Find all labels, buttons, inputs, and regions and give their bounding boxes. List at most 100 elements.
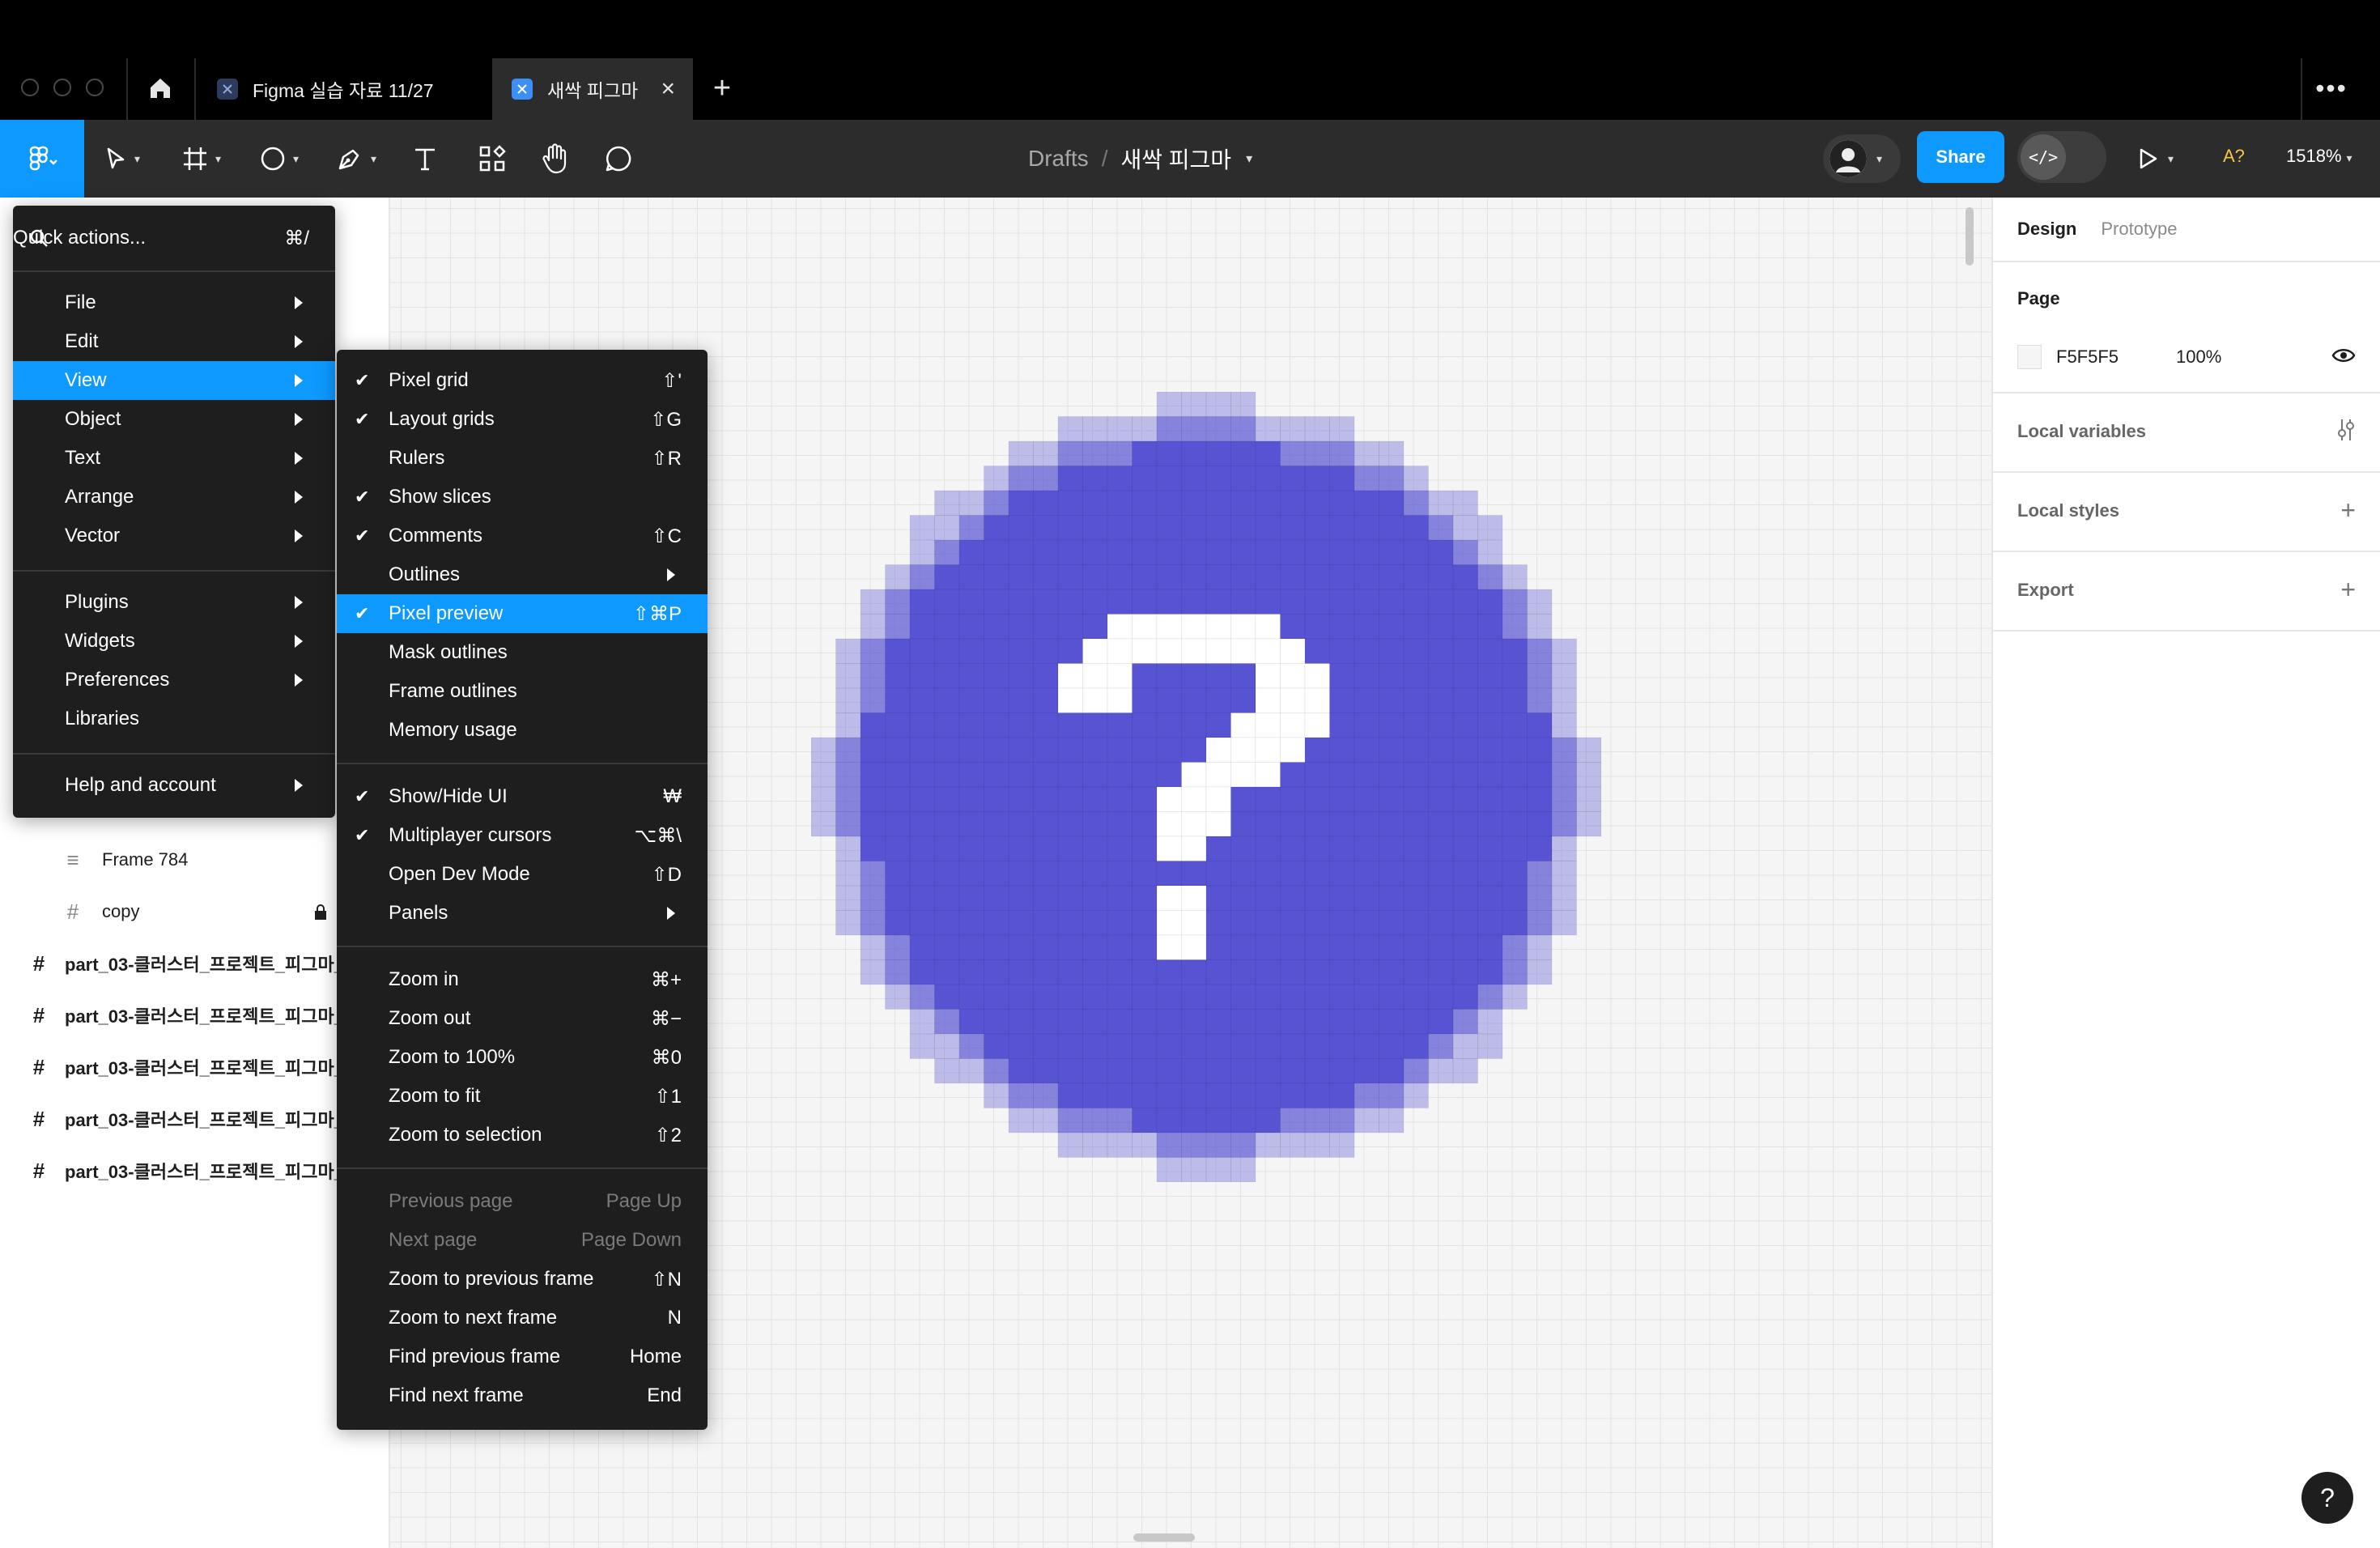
help-button[interactable]: ? xyxy=(2301,1472,2353,1524)
menu-item-label: Comments xyxy=(389,525,483,546)
menu-item-zoom-to-100[interactable]: Zoom to 100% ⌘0 xyxy=(337,1038,708,1077)
menu-item-show-hide-ui[interactable]: ✔ Show/Hide UI ₩ xyxy=(337,777,708,816)
plus-icon[interactable]: + xyxy=(2340,497,2356,523)
tab-design[interactable]: Design xyxy=(2017,219,2076,240)
pixel xyxy=(1180,1107,1207,1133)
horizontal-scrollbar[interactable] xyxy=(1133,1533,1195,1542)
menu-item-panels[interactable]: Panels xyxy=(337,894,708,933)
menu-item-zoom-in[interactable]: Zoom in ⌘+ xyxy=(337,960,708,999)
menu-item-widgets[interactable]: Widgets xyxy=(13,622,335,661)
pixel xyxy=(1502,786,1528,813)
page-color-value[interactable]: F5F5F5 xyxy=(2056,347,2119,368)
new-tab-button[interactable]: + xyxy=(706,70,738,107)
quick-actions-item[interactable]: Quick actions... ⌘/ xyxy=(13,206,335,270)
main-menu-button[interactable] xyxy=(0,120,84,198)
frame-tool[interactable]: ▾ xyxy=(181,139,221,178)
menu-item-pixel-grid[interactable]: ✔ Pixel grid ⇧' xyxy=(337,361,708,400)
menu-item-previous-page[interactable]: Previous page Page Up xyxy=(337,1182,708,1221)
pixel xyxy=(1032,836,1059,862)
eye-icon[interactable] xyxy=(2331,347,2356,364)
file-name[interactable]: 새싹 피그마 xyxy=(1120,142,1231,175)
share-button[interactable]: Share xyxy=(1917,131,2004,183)
menu-item-comments[interactable]: ✔ Comments ⇧C xyxy=(337,517,708,555)
plus-icon[interactable]: + xyxy=(2340,576,2356,602)
menu-item-layout-grids[interactable]: ✔ Layout grids ⇧G xyxy=(337,400,708,439)
menu-item-zoom-to-next-frame[interactable]: Zoom to next frame N xyxy=(337,1299,708,1337)
pixel xyxy=(1279,415,1306,442)
pixel xyxy=(884,761,911,788)
shape-tool[interactable]: ▾ xyxy=(259,139,299,178)
menu-item-zoom-to-previous-frame[interactable]: Zoom to previous frame ⇧N xyxy=(337,1260,708,1299)
user-menu[interactable]: ▾ xyxy=(1823,134,1901,183)
menu-item-show-slices[interactable]: ✔ Show slices xyxy=(337,478,708,517)
pixel xyxy=(1328,786,1355,813)
menu-item-memory-usage[interactable]: Memory usage xyxy=(337,711,708,750)
shortcut: Page Down xyxy=(580,1229,682,1251)
vertical-scrollbar[interactable] xyxy=(1966,207,1974,266)
page-color-swatch[interactable] xyxy=(2017,345,2042,369)
dev-mode-toggle[interactable]: </> xyxy=(2017,131,2106,183)
pixel xyxy=(1328,1008,1355,1035)
menu-item-plugins[interactable]: Plugins xyxy=(13,583,335,622)
menu-item-file[interactable]: File xyxy=(13,283,335,322)
menu-item-preferences[interactable]: Preferences xyxy=(13,661,335,700)
move-tool[interactable]: ▾ xyxy=(104,139,140,178)
menu-item-help-and-account[interactable]: Help and account xyxy=(13,766,335,805)
pixel xyxy=(983,737,1009,763)
menu-item-rulers[interactable]: Rulers ⇧R xyxy=(337,439,708,478)
menu-item-next-page[interactable]: Next page Page Down xyxy=(337,1221,708,1260)
window-minimize-dot[interactable] xyxy=(53,79,71,96)
menu-item-pixel-preview[interactable]: ✔ Pixel preview ⇧⌘P xyxy=(337,594,708,633)
menu-item-frame-outlines[interactable]: Frame outlines xyxy=(337,672,708,711)
text-tool[interactable] xyxy=(411,139,439,178)
menu-item-mask-outlines[interactable]: Mask outlines xyxy=(337,633,708,672)
resources-tool[interactable] xyxy=(478,139,507,178)
menu-item-outlines[interactable]: Outlines xyxy=(337,555,708,594)
window-zoom-dot[interactable] xyxy=(86,79,104,96)
pixel xyxy=(811,786,837,813)
pixel xyxy=(1156,539,1183,566)
pixel xyxy=(1057,662,1084,689)
chevron-down-icon[interactable]: ▾ xyxy=(1246,151,1252,167)
menu-item-zoom-out[interactable]: Zoom out ⌘− xyxy=(337,999,708,1038)
menu-item-arrange[interactable]: Arrange xyxy=(13,478,335,517)
tab-figma-practice[interactable]: Figma 실습 자료 11/27 xyxy=(198,58,491,120)
missing-fonts-indicator[interactable]: A? xyxy=(2223,146,2245,167)
breadcrumb-drafts[interactable]: Drafts xyxy=(1028,146,1089,172)
lock-icon[interactable] xyxy=(314,904,327,921)
checkmark-icon: ✔ xyxy=(355,487,370,507)
comment-tool[interactable] xyxy=(604,139,633,178)
menu-item-zoom-to-selection[interactable]: Zoom to selection ⇧2 xyxy=(337,1116,708,1155)
pixel xyxy=(1230,959,1256,985)
shortcut: ⇧⌘P xyxy=(632,602,682,625)
menu-item-open-dev-mode[interactable]: Open Dev Mode ⇧D xyxy=(337,855,708,894)
hand-tool[interactable] xyxy=(539,139,570,178)
zoom-menu[interactable]: 1518% ▾ xyxy=(2286,146,2352,167)
menu-item-text[interactable]: Text xyxy=(13,439,335,478)
menu-item-multiplayer-cursors[interactable]: ✔ Multiplayer cursors ⌥⌘\ xyxy=(337,816,708,855)
pixel xyxy=(1255,737,1281,763)
menu-item-vector[interactable]: Vector xyxy=(13,517,335,555)
tab-prototype[interactable]: Prototype xyxy=(2101,219,2177,240)
present-button[interactable]: ▾ xyxy=(2137,139,2174,178)
pixel xyxy=(1551,712,1578,738)
sliders-icon[interactable] xyxy=(2336,418,2356,442)
window-close-dot[interactable] xyxy=(21,79,39,96)
pixel xyxy=(1180,712,1207,738)
menu-item-zoom-to-fit[interactable]: Zoom to fit ⇧1 xyxy=(337,1077,708,1116)
pen-tool[interactable]: ▾ xyxy=(335,139,376,178)
menu-item-edit[interactable]: Edit xyxy=(13,322,335,361)
pixel xyxy=(1205,392,1232,418)
menu-item-view[interactable]: View xyxy=(13,361,335,400)
home-button[interactable] xyxy=(139,70,181,107)
page-opacity-value[interactable]: 100% xyxy=(2176,347,2221,368)
menu-item-libraries[interactable]: Libraries xyxy=(13,700,335,738)
menu-item-find-previous-frame[interactable]: Find previous frame Home xyxy=(337,1337,708,1376)
pixel xyxy=(1427,1057,1454,1084)
menu-item-find-next-frame[interactable]: Find next frame End xyxy=(337,1376,708,1415)
tab-current-file[interactable]: 새싹 피그마 × xyxy=(492,58,693,120)
close-icon[interactable]: × xyxy=(661,74,675,104)
menu-item-object[interactable]: Object xyxy=(13,400,335,439)
more-options-button[interactable]: ••• xyxy=(2307,70,2356,107)
help-question-icon-artwork[interactable] xyxy=(811,392,1601,1182)
